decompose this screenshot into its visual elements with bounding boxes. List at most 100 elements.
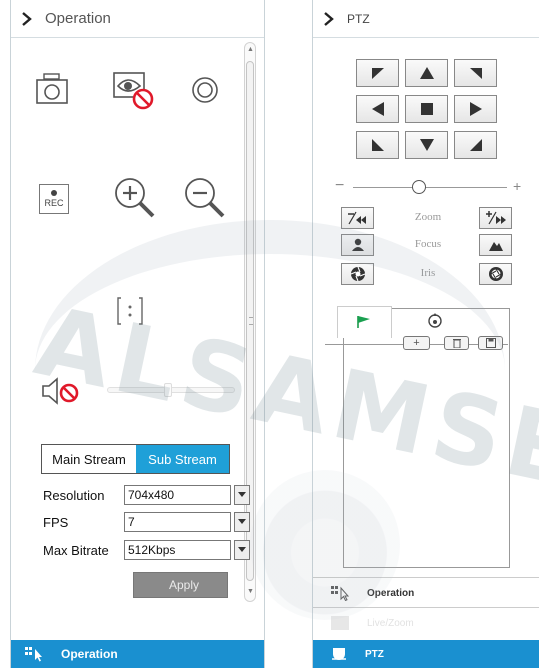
eye-blocked-icon[interactable] <box>112 68 156 112</box>
ptz-up-left-button[interactable] <box>356 59 399 87</box>
dropdown-arrow-icon[interactable] <box>234 512 250 532</box>
arrow-right-icon <box>469 102 482 116</box>
ptz-down-right-button[interactable] <box>454 131 497 159</box>
zoom-in-icon <box>485 211 506 225</box>
focus-near-button[interactable] <box>341 234 374 256</box>
delete-icon <box>452 339 461 348</box>
delete-preset-button[interactable] <box>444 336 469 350</box>
apply-button[interactable]: Apply <box>133 572 228 598</box>
arrow-up-left-icon <box>371 68 384 79</box>
bitrate-value: 512Kbps <box>128 543 176 557</box>
bitrate-row: Max Bitrate 512Kbps <box>43 540 250 560</box>
bitrate-label: Max Bitrate <box>43 542 109 558</box>
operation-footer-label: Operation <box>61 647 118 661</box>
nav-hidden-icon <box>331 616 349 630</box>
tab-main-stream[interactable]: Main Stream <box>42 445 136 473</box>
speed-slider-handle[interactable] <box>412 180 426 194</box>
resolution-label: Resolution <box>43 487 105 503</box>
fps-row: FPS 7 <box>43 512 250 532</box>
tab-preset[interactable] <box>337 306 392 338</box>
person-icon <box>351 238 364 251</box>
magnifier-plus-icon[interactable] <box>111 174 159 222</box>
arrow-up-right-icon <box>469 68 482 79</box>
stream-tabs: Main Stream Sub Stream <box>41 444 230 474</box>
record-circle-icon[interactable] <box>191 76 219 104</box>
scroll-down-icon[interactable]: ▼ <box>247 588 254 595</box>
tab-sub-stream[interactable]: Sub Stream <box>136 445 229 473</box>
speed-slider[interactable] <box>353 187 507 188</box>
ptz-panel: PTZ − + Zoom Focus Iris + Operation Live… <box>312 0 539 668</box>
fps-select[interactable]: 7 <box>124 512 250 532</box>
dropdown-arrow-icon[interactable] <box>234 540 250 560</box>
camera-icon[interactable] <box>35 72 69 106</box>
iris-close-icon <box>350 266 365 282</box>
aspect-ratio-icon[interactable] <box>115 296 145 326</box>
nav-item-hidden[interactable]: Live/Zoom <box>313 609 539 637</box>
iris-open-button[interactable] <box>479 263 512 285</box>
zoom-in-button[interactable] <box>479 207 512 229</box>
operation-panel-title: Operation <box>45 10 111 27</box>
zoom-out-icon <box>347 211 366 225</box>
nav-separator <box>313 607 539 608</box>
stop-square-icon <box>420 103 433 115</box>
operation-icon <box>25 647 42 662</box>
iris-label: Iris <box>420 267 436 279</box>
fps-label: FPS <box>43 514 69 530</box>
arrow-down-left-icon <box>371 139 384 151</box>
ptz-down-button[interactable] <box>405 131 448 159</box>
mountain-icon <box>488 242 503 251</box>
chevron-right-icon[interactable] <box>321 11 337 27</box>
resolution-value: 704x480 <box>128 488 175 502</box>
rec-button[interactable]: REC <box>39 184 69 214</box>
ptz-right-button[interactable] <box>454 95 497 123</box>
nav-item-ptz[interactable]: PTZ <box>313 640 539 668</box>
focus-label: Focus <box>414 238 442 250</box>
nav-item-operation[interactable]: Operation <box>313 579 539 607</box>
save-preset-button[interactable] <box>478 336 503 350</box>
rec-label: REC <box>44 198 64 208</box>
magnifier-minus-icon[interactable] <box>181 174 229 222</box>
ptz-panel-header[interactable]: PTZ <box>313 0 539 38</box>
zoom-label: Zoom <box>414 211 442 223</box>
zoom-out-button[interactable] <box>341 207 374 229</box>
record-dot-icon <box>51 190 57 196</box>
focus-far-button[interactable] <box>479 234 512 256</box>
volume-slider-handle[interactable] <box>164 383 172 397</box>
ptz-camera-icon <box>332 648 346 660</box>
speed-minus-icon[interactable]: − <box>335 177 344 195</box>
scrollbar-grip-icon <box>249 317 253 325</box>
iris-close-button[interactable] <box>341 263 374 285</box>
nav-separator <box>313 577 539 578</box>
scroll-up-icon[interactable]: ▲ <box>247 46 254 53</box>
chevron-right-icon[interactable] <box>19 11 35 27</box>
bitrate-select[interactable]: 512Kbps <box>124 540 250 560</box>
arrow-left-icon <box>371 102 384 116</box>
operation-panel: Operation REC ▲ ▼ Main Stream Sub Stream… <box>10 0 265 668</box>
add-preset-button[interactable]: + <box>403 336 430 350</box>
dropdown-arrow-icon[interactable] <box>234 485 250 505</box>
arrow-down-right-icon <box>469 139 482 151</box>
ptz-stop-button[interactable] <box>405 95 448 123</box>
ptz-left-button[interactable] <box>356 95 399 123</box>
resolution-select[interactable]: 704x480 <box>124 485 250 505</box>
operation-panel-header[interactable]: Operation <box>11 0 264 38</box>
ptz-up-button[interactable] <box>405 59 448 87</box>
preset-flag-icon <box>357 316 370 328</box>
nav-label-operation: Operation <box>367 587 415 599</box>
nav-label-ptz: PTZ <box>365 648 384 660</box>
iris-open-icon <box>488 267 503 281</box>
ptz-up-right-button[interactable] <box>454 59 497 87</box>
arrow-down-icon <box>419 139 434 151</box>
ptz-panel-title: PTZ <box>347 11 370 26</box>
fps-value: 7 <box>128 515 135 529</box>
operation-footer-tab[interactable]: Operation <box>11 640 264 668</box>
arrow-up-icon <box>419 67 434 79</box>
save-icon <box>485 338 496 348</box>
volume-slider[interactable] <box>107 383 235 397</box>
speaker-mute-icon[interactable] <box>41 376 85 406</box>
resolution-row: Resolution 704x480 <box>43 485 250 505</box>
operation-icon <box>331 586 349 601</box>
cruise-icon[interactable] <box>427 313 443 329</box>
ptz-down-left-button[interactable] <box>356 131 399 159</box>
speed-plus-icon[interactable]: + <box>513 178 521 194</box>
